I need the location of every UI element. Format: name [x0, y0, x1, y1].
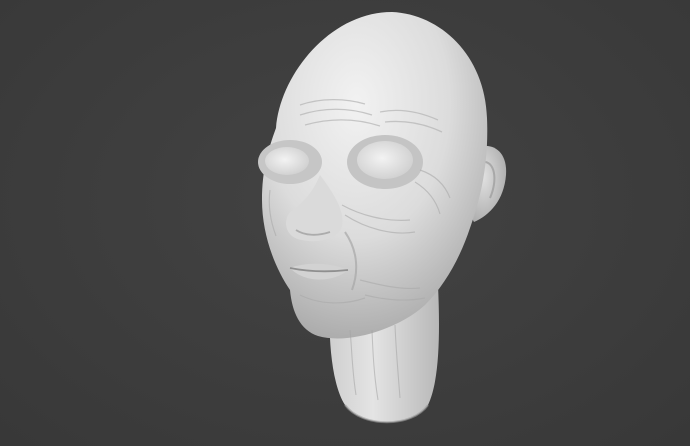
sculpt-head-icon[interactable]: [0, 0, 690, 446]
left-eye: [265, 147, 309, 175]
right-eye: [357, 141, 413, 179]
3d-viewport[interactable]: [0, 0, 690, 446]
